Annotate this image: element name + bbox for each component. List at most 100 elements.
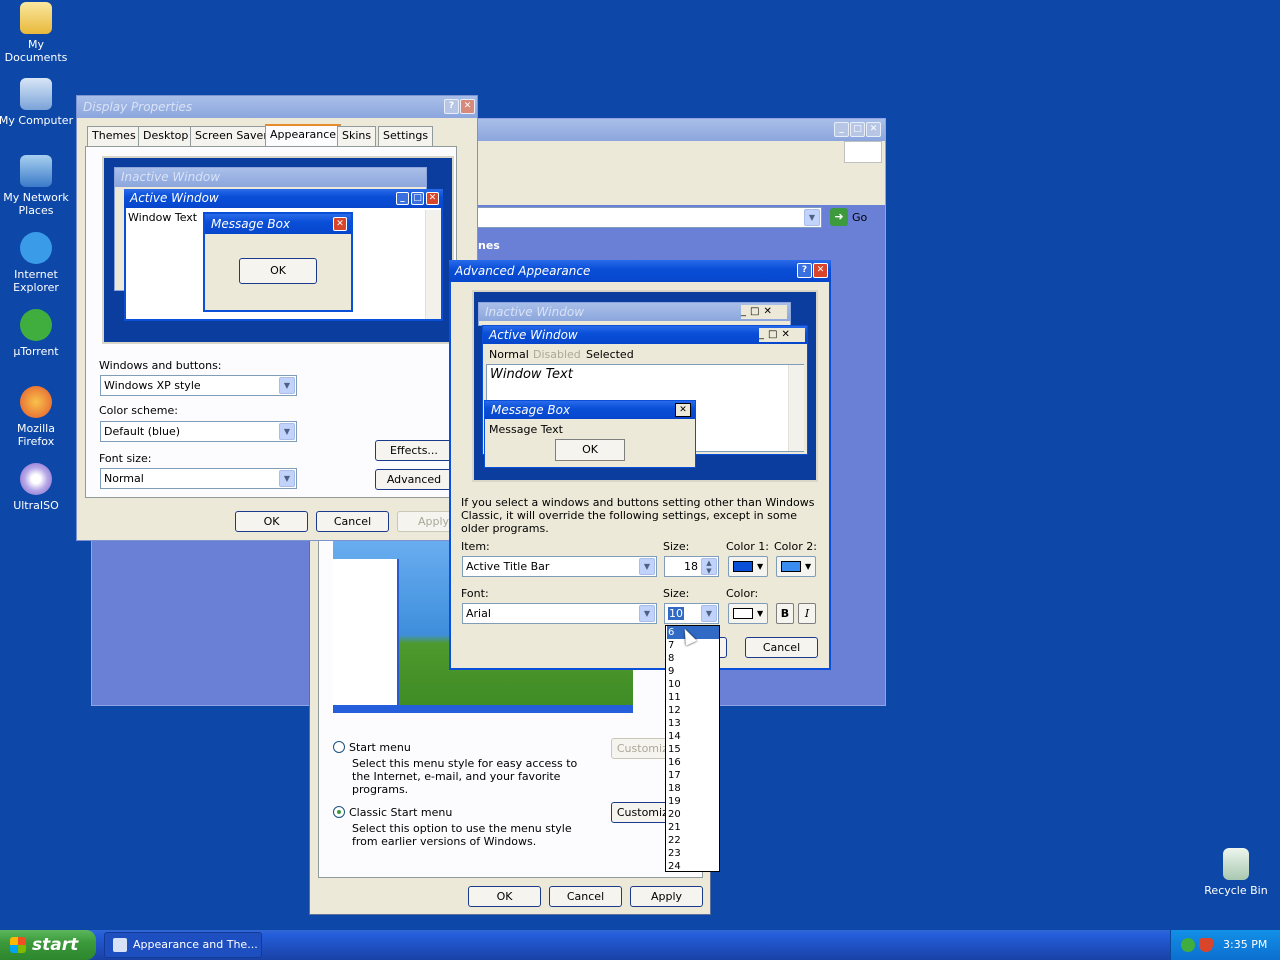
spinner-arrows-icon[interactable]: ▲ ▼: [701, 558, 717, 575]
taskbar-cancel-button[interactable]: Cancel: [549, 886, 622, 907]
tab-desktop[interactable]: Desktop: [138, 126, 194, 146]
disc-icon: [20, 463, 52, 495]
go-button[interactable]: Go: [852, 211, 867, 224]
chevron-down-icon[interactable]: ▼: [639, 558, 655, 575]
display-titlebar: Display Properties: [77, 96, 477, 118]
appearance-preview: Inactive Window Active Window _ □ ✕ Wind…: [102, 156, 454, 344]
chevron-down-icon[interactable]: ▼: [279, 423, 295, 440]
font-size-option[interactable]: 10: [667, 678, 719, 691]
security-shield-icon[interactable]: [1199, 938, 1213, 952]
computer-icon: [20, 78, 52, 110]
chevron-down-icon[interactable]: ▼: [279, 377, 295, 394]
ie-icon: [20, 232, 52, 264]
taskbar-apply-button[interactable]: Apply: [630, 886, 703, 907]
font-size-dropdown-list[interactable]: 6 7 8 9 10 11 12 13 14 15 16 17 18 19 20 21 22 23 24: [665, 625, 720, 872]
desktop-icon-ie[interactable]: Internet Explorer: [0, 232, 74, 294]
item-label: Item:: [461, 540, 490, 553]
tab-appearance[interactable]: Appearance: [265, 124, 342, 147]
firefox-icon: [20, 386, 52, 418]
tab-themes[interactable]: Themes: [87, 126, 141, 146]
font-size-label: Size:: [663, 587, 690, 600]
font-size-option[interactable]: 14: [667, 730, 719, 743]
start-menu-radio[interactable]: [333, 741, 345, 753]
font-size-option[interactable]: 19: [667, 795, 719, 808]
color-scheme-select[interactable]: Default (blue) ▼: [100, 421, 297, 442]
font-size-option[interactable]: 18: [667, 782, 719, 795]
maximize-icon[interactable]: □: [850, 122, 865, 137]
font-size-option[interactable]: 22: [667, 834, 719, 847]
close-icon[interactable]: ✕: [460, 99, 475, 114]
font-size-option[interactable]: 15: [667, 743, 719, 756]
taskbar-item-appearance[interactable]: Appearance and The...: [104, 932, 262, 958]
font-size-option[interactable]: 20: [667, 808, 719, 821]
display-cancel-button[interactable]: Cancel: [316, 511, 389, 532]
chevron-down-icon[interactable]: ▼: [701, 605, 717, 622]
advanced-note: If you select a windows and buttons sett…: [461, 496, 815, 535]
color2-button[interactable]: ▼: [776, 556, 816, 577]
chevron-down-icon[interactable]: ▼: [804, 209, 820, 226]
windows-buttons-select[interactable]: Windows XP style ▼: [100, 375, 297, 396]
desktop-icon-firefox[interactable]: Mozilla Firefox: [0, 386, 74, 448]
help-icon[interactable]: ?: [797, 263, 812, 278]
go-arrow-icon[interactable]: ➜: [830, 208, 848, 226]
advanced-titlebar: Advanced Appearance: [449, 260, 831, 282]
item-size-spinner[interactable]: 18 ▲ ▼: [664, 556, 719, 577]
effects-button[interactable]: Effects...: [375, 440, 453, 461]
close-icon[interactable]: ✕: [866, 122, 881, 137]
minimize-icon[interactable]: _: [834, 122, 849, 137]
windows-logo-icon: [844, 141, 882, 163]
start-menu-label: Start menu: [349, 741, 411, 754]
advanced-preview: Inactive Window _□✕ Active Window _□✕ No…: [472, 290, 818, 482]
tab-settings[interactable]: Settings: [378, 126, 434, 146]
font-size-label: Font size:: [99, 452, 152, 465]
desktop-icon-network[interactable]: My Network Places: [0, 155, 74, 217]
preview-message-box: Message Box ✕ OK: [203, 212, 353, 312]
color1-label: Color 1:: [726, 540, 769, 553]
desktop-icon-ultraiso[interactable]: UltraISO: [0, 463, 74, 512]
tab-skins[interactable]: Skins: [337, 126, 377, 146]
clock[interactable]: 3:35 PM: [1223, 938, 1267, 951]
italic-button[interactable]: I: [798, 603, 816, 624]
chevron-down-icon: ▼: [805, 562, 812, 571]
font-size-option[interactable]: 9: [667, 665, 719, 678]
font-size-option[interactable]: 8: [667, 652, 719, 665]
classic-start-menu-radio[interactable]: [333, 806, 345, 818]
font-size-option[interactable]: 17: [667, 769, 719, 782]
display-ok-button[interactable]: OK: [235, 511, 308, 532]
advanced-cancel-button[interactable]: Cancel: [745, 637, 818, 658]
font-size-select[interactable]: Normal ▼: [100, 468, 297, 489]
font-size-option[interactable]: 11: [667, 691, 719, 704]
taskbar-ok-button[interactable]: OK: [468, 886, 541, 907]
font-size-option[interactable]: 13: [667, 717, 719, 730]
font-color-button[interactable]: ▼: [728, 603, 768, 624]
desktop-icon-my-documents[interactable]: My Documents: [0, 2, 74, 64]
start-button[interactable]: start: [0, 930, 96, 960]
tab-screen-saver[interactable]: Screen Saver: [190, 126, 273, 146]
bold-button[interactable]: B: [776, 603, 794, 624]
font-size-option[interactable]: 12: [667, 704, 719, 717]
font-select[interactable]: Arial ▼: [462, 603, 657, 624]
chevron-down-icon[interactable]: ▼: [279, 470, 295, 487]
folder-icon: [20, 2, 52, 34]
windows-logo-icon: [10, 937, 26, 953]
desktop-icon-recycle-bin[interactable]: Recycle Bin: [1198, 848, 1274, 897]
color1-button[interactable]: ▼: [728, 556, 768, 577]
desktop-icon-my-computer[interactable]: My Computer: [0, 78, 74, 127]
font-size-option[interactable]: 21: [667, 821, 719, 834]
advanced-button[interactable]: Advanced: [375, 469, 453, 490]
network-tray-icon[interactable]: [1181, 938, 1195, 952]
desktop-icon-utorrent[interactable]: µTorrent: [0, 309, 74, 358]
classic-start-menu-desc: Select this option to use the menu style…: [352, 822, 572, 848]
advanced-appearance-window: Advanced Appearance ? ✕ Inactive Window …: [449, 260, 831, 670]
close-icon: ✕: [675, 403, 691, 417]
adv-preview-inactive: Inactive Window _□✕: [478, 302, 791, 326]
help-icon[interactable]: ?: [444, 99, 459, 114]
close-icon[interactable]: ✕: [813, 263, 828, 278]
font-size-select[interactable]: 10 ▼: [664, 603, 719, 624]
font-size-option[interactable]: 24: [667, 860, 719, 873]
font-size-option[interactable]: 16: [667, 756, 719, 769]
item-select[interactable]: Active Title Bar ▼: [462, 556, 657, 577]
preview-menu: [333, 559, 399, 707]
chevron-down-icon[interactable]: ▼: [639, 605, 655, 622]
font-size-option[interactable]: 23: [667, 847, 719, 860]
